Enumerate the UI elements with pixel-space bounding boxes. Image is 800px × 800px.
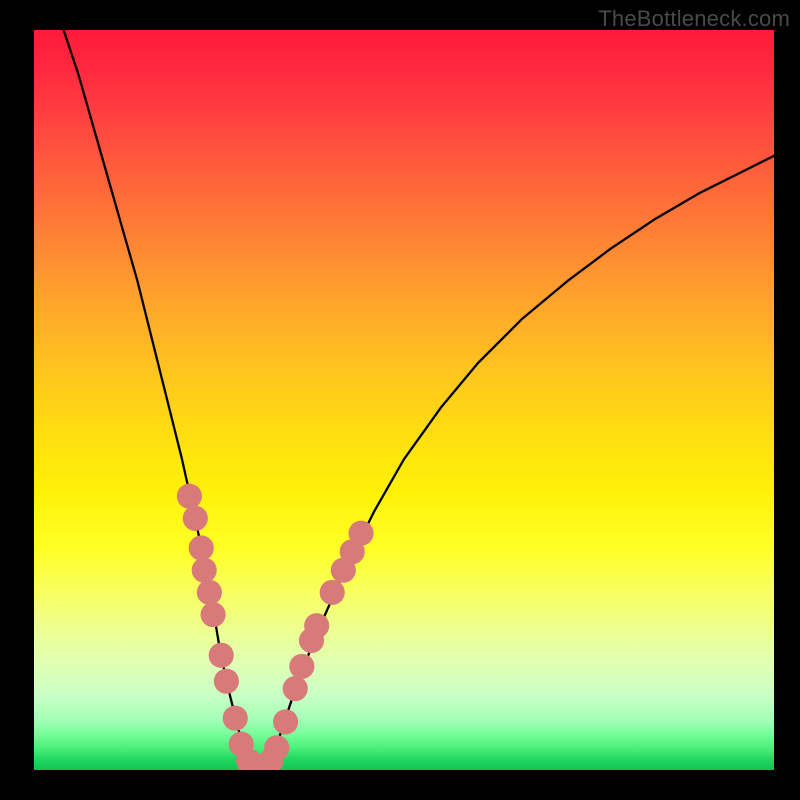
bottleneck-curve [64,30,774,767]
data-point [197,580,222,605]
data-point [177,484,202,509]
highlighted-points [177,484,374,770]
data-point [223,706,248,731]
data-point [183,506,208,531]
data-point [273,709,298,734]
data-point [289,654,314,679]
data-point [201,602,226,627]
data-point [189,535,214,560]
data-point [214,669,239,694]
data-point [209,643,234,668]
chart-frame: TheBottleneck.com [0,0,800,800]
chart-overlay [34,30,774,770]
data-point [264,735,289,760]
data-point [349,521,374,546]
plot-area [34,30,774,770]
data-point [283,676,308,701]
data-point [192,558,217,583]
data-point [304,613,329,638]
watermark-text: TheBottleneck.com [598,6,790,32]
data-point [320,580,345,605]
